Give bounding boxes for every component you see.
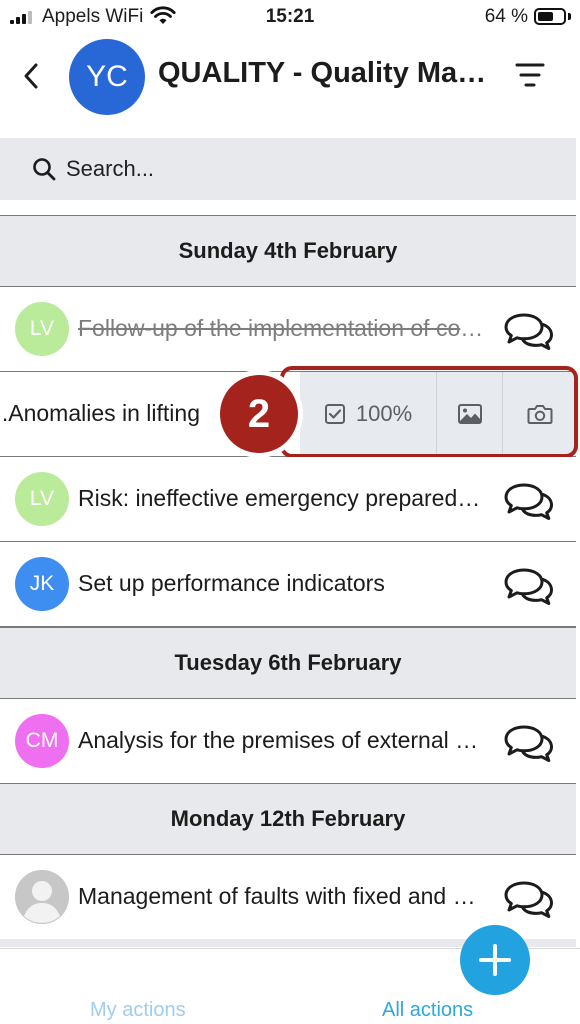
action-row[interactable]: JK Set up performance indicators <box>0 542 576 627</box>
swipe-actions: 100% <box>300 372 576 456</box>
chevron-left-icon <box>24 63 38 89</box>
comments-icon[interactable] <box>502 566 554 606</box>
comments-icon[interactable] <box>502 311 554 351</box>
camera-icon <box>527 405 552 424</box>
take-photo-button[interactable] <box>503 372 576 456</box>
comments-icon[interactable] <box>502 481 554 521</box>
action-row[interactable]: CM Analysis for the premises of external… <box>0 699 576 784</box>
header-avatar: YC <box>69 39 145 115</box>
page-title: QUALITY - Quality Management <box>158 57 488 89</box>
search-input[interactable] <box>66 156 526 182</box>
date-header: Sunday 4th February <box>0 215 576 287</box>
assignee-avatar: LV <box>15 472 69 526</box>
tab-all-actions[interactable]: All actions <box>382 999 473 1022</box>
back-button[interactable] <box>14 56 48 96</box>
add-image-button[interactable] <box>437 372 503 456</box>
search-bar[interactable] <box>0 138 576 200</box>
filter-icon <box>515 63 545 87</box>
action-title: Anomalies in lifting... <box>0 400 200 426</box>
battery-tip <box>568 13 571 20</box>
action-title: Analysis for the premises of external se… <box>78 727 488 753</box>
battery-percentage: 64 % <box>484 6 528 27</box>
assignee-avatar: CM <box>15 714 69 768</box>
checkbox-icon <box>324 404 345 424</box>
action-title: Follow-up of the implementation of corre… <box>78 315 488 341</box>
assignee-avatar: JK <box>15 557 69 611</box>
filter-button[interactable] <box>514 60 546 90</box>
assignee-avatar: LV <box>15 302 69 356</box>
app-header: YC QUALITY - Quality Management <box>0 36 580 136</box>
plus-icon <box>479 944 511 976</box>
action-title: Set up performance indicators <box>78 570 385 596</box>
action-row[interactable]: LV Risk: ineffective emergency preparedn… <box>0 457 576 542</box>
step-badge: 2 <box>215 370 303 458</box>
progress-value: 100% <box>355 401 413 426</box>
search-icon <box>33 158 56 181</box>
status-bar: Appels WiFi 15:21 64 % <box>0 0 580 36</box>
person-icon <box>15 870 69 924</box>
image-icon <box>457 404 482 424</box>
action-title: Risk: ineffective emergency preparedness <box>78 485 488 511</box>
default-avatar <box>15 870 69 924</box>
comments-icon[interactable] <box>502 879 554 919</box>
action-title: Management of faults with fixed and mobi… <box>78 883 488 909</box>
progress-button[interactable]: 100% <box>300 372 437 456</box>
date-header: Tuesday 6th February <box>0 627 576 699</box>
battery-icon <box>534 8 566 25</box>
action-row[interactable]: LV Follow-up of the implementation of co… <box>0 287 576 372</box>
date-header: Monday 12th February <box>0 783 576 855</box>
comments-icon[interactable] <box>502 723 554 763</box>
tab-my-actions[interactable]: My actions <box>90 999 186 1022</box>
add-action-button[interactable] <box>460 925 530 995</box>
